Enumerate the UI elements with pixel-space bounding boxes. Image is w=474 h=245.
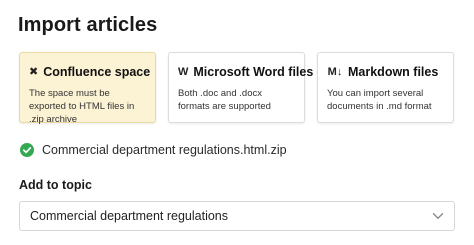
confluence-icon: ✖ [29,65,39,78]
card-header: M↓ Markdown files [327,63,444,81]
card-title: Confluence space [43,65,151,79]
topic-select[interactable]: Commercial department regulations [19,201,455,231]
check-circle-icon [20,143,34,157]
card-description: You can import several documents in .md … [327,88,432,112]
chevron-down-icon [432,213,444,219]
markdown-icon: M↓ [327,65,343,78]
card-title: Markdown files [348,65,439,79]
card-header: W Microsoft Word files [178,63,313,81]
page-title: Import articles [18,14,158,36]
card-description: Both .doc and .docx formats are supporte… [178,88,271,112]
source-option-word[interactable]: W Microsoft Word files Both .doc and .do… [168,52,313,123]
word-icon: W [178,65,189,78]
topic-select-value: Commercial department regulations [30,209,229,223]
card-description: The space must be exported to HTML files… [29,88,135,125]
card-header: ✖ Confluence space [29,63,150,81]
uploaded-file: Commercial department regulations.html.z… [20,143,287,157]
source-option-confluence[interactable]: ✖ Confluence space The space must be exp… [19,52,156,125]
topic-label: Add to topic [19,178,92,192]
source-option-markdown[interactable]: M↓ Markdown files You can import several… [317,52,454,123]
card-title: Microsoft Word files [193,65,314,79]
file-name: Commercial department regulations.html.z… [42,143,287,157]
